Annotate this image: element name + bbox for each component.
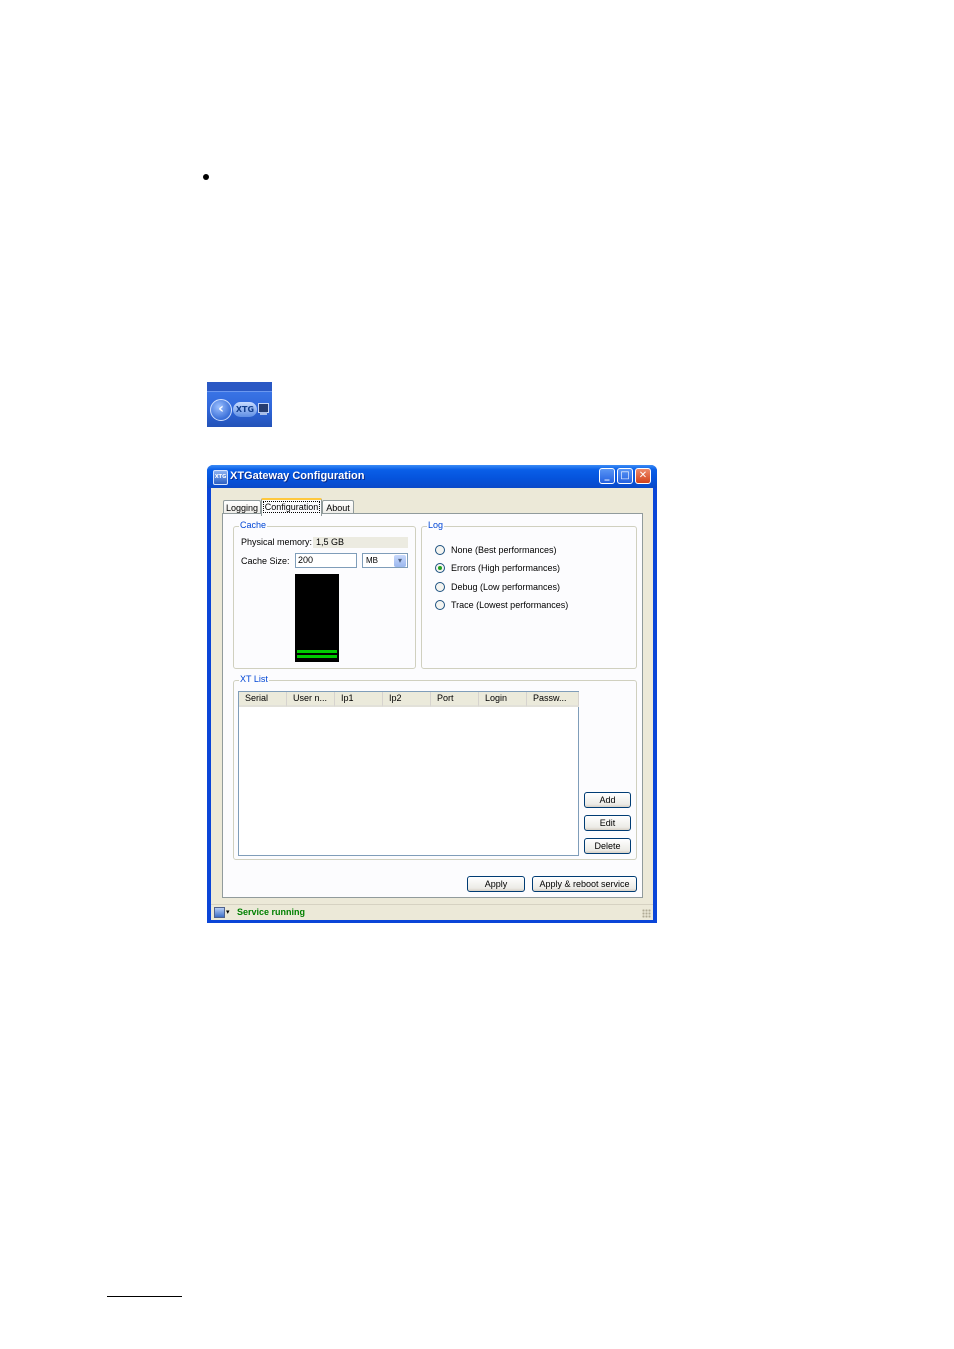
dropdown-arrow-icon[interactable]: ▾ — [226, 908, 230, 916]
add-button[interactable]: Add — [584, 792, 631, 808]
apply-reboot-button[interactable]: Apply & reboot service — [532, 876, 637, 892]
xt-list-group-label: XT List — [239, 674, 269, 684]
radio-log-trace[interactable] — [435, 600, 445, 610]
edit-button[interactable]: Edit — [584, 815, 631, 831]
log-option-debug-label[interactable]: Debug (Low performances) — [451, 582, 560, 592]
column-header-login[interactable]: Login — [479, 692, 527, 707]
cache-size-label: Cache Size: — [241, 556, 290, 566]
meter-bar — [297, 655, 337, 658]
log-option-trace-label[interactable]: Trace (Lowest performances) — [451, 600, 568, 610]
cache-unit-select[interactable]: MB ▾ — [362, 553, 408, 568]
close-button[interactable]: ✕ — [635, 468, 651, 484]
cache-group-label: Cache — [239, 520, 268, 530]
radio-log-debug[interactable] — [435, 582, 445, 592]
cache-size-input[interactable]: 200 — [295, 553, 357, 568]
column-header-ip2[interactable]: Ip2 — [383, 692, 431, 707]
resize-grip-icon[interactable] — [642, 909, 651, 918]
app-icon: XTG — [213, 470, 228, 485]
delete-button[interactable]: Delete — [584, 838, 631, 854]
title-bar[interactable]: XTG XTGateway Configuration _ □ ✕ — [207, 465, 657, 488]
column-header-username[interactable]: User n... — [287, 692, 335, 707]
meter-bar — [297, 650, 337, 653]
column-header-port[interactable]: Port — [431, 692, 479, 707]
status-bar: ▾ Service running — [211, 904, 653, 920]
network-icon-base — [260, 412, 267, 415]
column-header-ip1[interactable]: Ip1 — [335, 692, 383, 707]
system-tray-icon[interactable]: ‹ XTG — [207, 382, 272, 427]
chevron-down-icon[interactable]: ▾ — [394, 555, 406, 567]
column-header-password[interactable]: Passw... — [527, 692, 579, 707]
log-group-label: Log — [427, 520, 445, 530]
minimize-button[interactable]: _ — [599, 468, 615, 484]
configuration-panel: Cache Physical memory: 1,5 GB Cache Size… — [222, 513, 643, 898]
radio-log-none[interactable] — [435, 545, 445, 555]
xt-list-view[interactable]: Serial User n... Ip1 Ip2 Port Login Pass… — [238, 691, 579, 856]
service-status-text: Service running — [237, 907, 306, 917]
footnote-separator — [107, 1296, 182, 1297]
cache-unit-value: MB — [366, 556, 378, 565]
tab-configuration[interactable]: Configuration — [261, 498, 322, 516]
window-title: XTGateway Configuration — [230, 470, 365, 482]
service-icon[interactable] — [214, 907, 225, 918]
tab-label: Configuration — [262, 501, 321, 513]
config-window: XTG XTGateway Configuration _ □ ✕ Loggin… — [207, 465, 657, 923]
log-option-errors-label[interactable]: Errors (High performances) — [451, 563, 560, 573]
taskbar-strip — [207, 382, 272, 392]
physical-memory-label: Physical memory: — [241, 537, 313, 547]
chevron-left-icon[interactable]: ‹ — [210, 399, 232, 421]
physical-memory-value: 1,5 GB — [313, 537, 408, 548]
bullet-point — [203, 174, 209, 180]
radio-log-errors[interactable] — [435, 563, 445, 573]
cache-group: Cache Physical memory: 1,5 GB Cache Size… — [233, 520, 416, 669]
tab-label: About — [326, 503, 350, 513]
window-client-area: Logging Configuration About Cache Physic… — [211, 488, 653, 920]
xt-list-group: XT List Serial User n... Ip1 Ip2 Port Lo… — [233, 674, 637, 860]
column-header-serial[interactable]: Serial — [239, 692, 287, 707]
tab-label: Logging — [225, 503, 259, 513]
log-group: Log None (Best performances) Errors (Hig… — [421, 520, 637, 669]
log-option-none-label[interactable]: None (Best performances) — [451, 545, 557, 555]
maximize-button[interactable]: □ — [617, 468, 633, 484]
apply-button[interactable]: Apply — [467, 876, 525, 892]
xtg-tray-icon[interactable]: XTG — [233, 402, 257, 417]
cache-usage-meter — [295, 574, 339, 662]
